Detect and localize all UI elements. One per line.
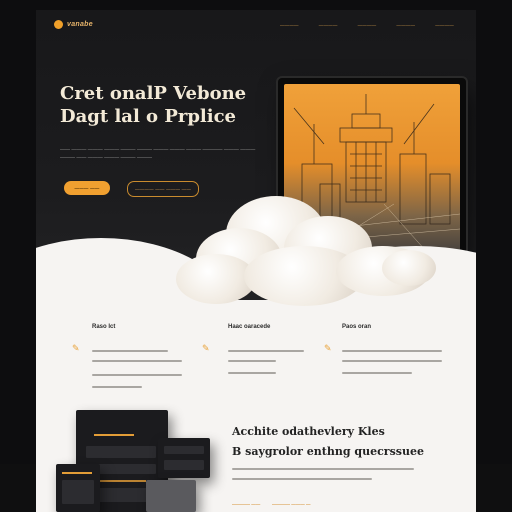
feature-3-text-2 xyxy=(342,360,442,362)
brand-name: vanabe xyxy=(67,21,93,28)
secondary-cta-button[interactable]: ———— —— ——— —— xyxy=(127,181,199,197)
hero-subtitle: —— ——— ——— ——— ——— ——— ——— ——— ——— ———— … xyxy=(60,147,256,161)
logo-icon xyxy=(54,20,63,29)
pencil-icon: ✎ xyxy=(324,343,332,353)
dashboard-accent-bar xyxy=(94,434,134,436)
pencil-icon: ✎ xyxy=(72,343,80,353)
nav-item-4[interactable]: ———— xyxy=(396,23,415,28)
landing-page: vanabe ———— ———— ———— ———— ———— Cret ona… xyxy=(36,10,476,512)
feature-3-text-1 xyxy=(342,350,442,352)
feature-1-text-3 xyxy=(92,374,182,376)
section2-title-line-2: B saygrolor enthng quecrssuee xyxy=(232,445,424,458)
feature-2-text-1 xyxy=(228,350,304,352)
section2-text-1 xyxy=(232,468,414,470)
hero-title-line-2: Dagt lal o Prplice xyxy=(60,106,237,127)
hero-title: Cret onalP Vebone Dagt lal o Prplice xyxy=(60,82,300,128)
feature-2-text-3 xyxy=(228,372,276,374)
dashboard-lower-panel xyxy=(56,464,100,512)
feature-1-text-4 xyxy=(92,386,142,388)
feature-2-text-2 xyxy=(228,360,276,362)
dashboard-cell xyxy=(62,480,94,504)
cloud-puff-7 xyxy=(382,250,436,286)
left-frame xyxy=(0,464,36,512)
right-frame xyxy=(476,464,512,512)
section2-secondary-link[interactable]: ———— ——— — xyxy=(272,502,311,507)
feature-3-text-3 xyxy=(342,372,412,374)
top-nav: ———— ———— ———— ———— ———— xyxy=(280,23,454,28)
dashboard-cell xyxy=(86,446,156,458)
section2-text-2 xyxy=(232,478,372,480)
section2-title: Acchite odathevlery Kles B saygrolor ent… xyxy=(232,422,424,462)
feature-2-title: Haac oaracede xyxy=(228,324,271,330)
brand-logo[interactable]: vanabe xyxy=(54,20,93,29)
dashboard-side-panel xyxy=(158,438,210,478)
dashboard-grey-panel xyxy=(146,480,196,512)
nav-item-2[interactable]: ———— xyxy=(319,23,338,28)
dashboard-cell xyxy=(164,460,204,470)
nav-item-3[interactable]: ———— xyxy=(358,23,377,28)
nav-item-5[interactable]: ———— xyxy=(435,23,454,28)
feature-1-text-1 xyxy=(92,350,168,352)
primary-cta-button[interactable]: ——— —— xyxy=(64,181,110,195)
feature-1-title: Raso Ict xyxy=(92,324,116,330)
section2-title-line-1: Acchite odathevlery Kles xyxy=(232,425,385,438)
feature-3-title: Paos oran xyxy=(342,324,372,330)
dashboard-accent-bar xyxy=(62,472,92,474)
feature-1-text-2 xyxy=(92,360,182,362)
hero-title-line-1: Cret onalP Vebone xyxy=(60,83,247,104)
dashboard-cell xyxy=(164,446,204,454)
nav-item-1[interactable]: ———— xyxy=(280,23,299,28)
section2-primary-link[interactable]: ———— —— xyxy=(232,502,260,507)
pencil-icon: ✎ xyxy=(202,343,210,353)
